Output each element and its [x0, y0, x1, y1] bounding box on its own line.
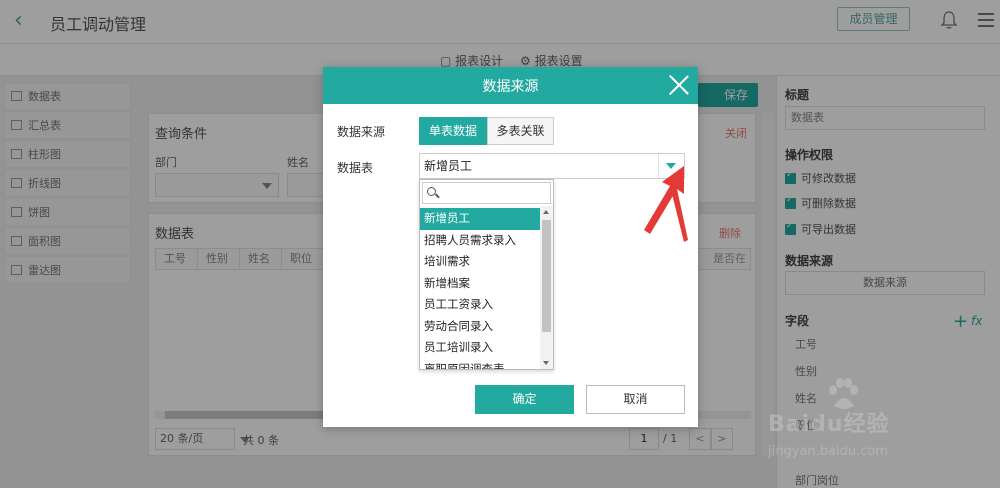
data-source-dialog: 数据来源 数据来源 单表数据 多表关联 数据表 新增员工 新增员工 招聘人员需求…: [323, 67, 698, 427]
option-item[interactable]: 新增档案: [420, 273, 540, 295]
option-list: 新增员工 招聘人员需求录入 培训需求 新增档案 员工工资录入 劳动合同录入 员工…: [420, 208, 540, 370]
dialog-title: 数据来源: [482, 79, 539, 95]
dialog-header: 数据来源: [323, 67, 698, 104]
dropdown-scrollbar[interactable]: [540, 206, 553, 369]
table-label: 数据表: [337, 161, 374, 175]
option-item[interactable]: 离职原因调查表: [420, 359, 540, 370]
option-item[interactable]: 培训需求: [420, 251, 540, 273]
annotation-arrow-icon: [644, 166, 688, 242]
baidu-watermark: Baidu经验 jingyan.baidu.com: [768, 378, 996, 468]
source-label: 数据来源: [337, 125, 386, 139]
option-item-selected[interactable]: 新增员工: [420, 208, 540, 230]
watermark-url: jingyan.baidu.com: [768, 444, 888, 459]
search-icon: [427, 187, 436, 196]
scroll-thumb[interactable]: [542, 220, 551, 332]
watermark-text: Baidu经验: [768, 412, 890, 437]
option-item[interactable]: 员工工资录入: [420, 294, 540, 316]
option-item[interactable]: 员工培训录入: [420, 337, 540, 359]
multi-table-button[interactable]: 多表关联: [487, 117, 554, 145]
option-item[interactable]: 招聘人员需求录入: [420, 230, 540, 252]
confirm-button[interactable]: 确定: [475, 385, 574, 414]
option-item[interactable]: 劳动合同录入: [420, 316, 540, 338]
single-table-button[interactable]: 单表数据: [419, 117, 487, 145]
scroll-down-icon[interactable]: [543, 361, 549, 365]
dropdown-search-input[interactable]: [422, 182, 551, 204]
cancel-button[interactable]: 取消: [586, 385, 685, 414]
selected-table-value: 新增员工: [424, 159, 473, 173]
scroll-up-icon[interactable]: [543, 210, 549, 214]
close-icon[interactable]: [668, 74, 690, 96]
table-dropdown: 新增员工 招聘人员需求录入 培训需求 新增档案 员工工资录入 劳动合同录入 员工…: [419, 179, 554, 370]
